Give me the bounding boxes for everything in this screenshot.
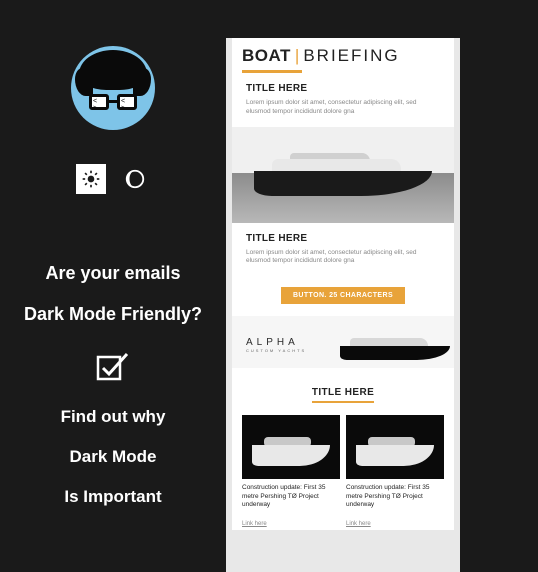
sponsor-tagline: CUSTOM YACHTS [246,348,306,353]
story-image [242,415,340,479]
article-2: TITLE HERE Lorem ipsum dolor sit amet, c… [232,223,454,277]
checkmark-icon [96,351,130,386]
theme-toggle-group [76,164,150,194]
subhead-line-2: Dark Mode [61,446,166,468]
story-title: Construction update: First 35 metre Pers… [346,484,444,509]
brand-strong: BOAT [242,46,291,66]
sun-icon [81,169,101,189]
story-card: Construction update: First 35 metre Pers… [242,415,340,530]
subhead-line-1: Find out why [61,406,166,428]
cta-button[interactable]: BUTTON. 25 CHARACTERS [281,287,405,304]
brand-light: BRIEFING [303,46,399,66]
article-title: TITLE HERE [246,83,440,94]
email-brand-header: BOAT | BRIEFING [232,38,454,70]
section-title: TITLE HERE [312,387,374,403]
article-title: TITLE HERE [246,233,440,244]
dark-mode-button[interactable] [120,164,150,194]
email-preview: BOAT | BRIEFING TITLE HERE Lorem ipsum d… [226,38,460,572]
brand-underline [242,70,302,73]
story-title: Construction update: First 35 metre Pers… [242,484,340,509]
avatar [71,46,155,130]
story-link[interactable]: Link here [346,521,371,527]
moon-icon [124,168,146,190]
hero-image-yacht [232,127,454,223]
light-mode-button[interactable] [76,164,106,194]
subhead-line-3: Is Important [61,486,166,508]
section-header: TITLE HERE [232,368,454,409]
story-card: Construction update: First 35 metre Pers… [346,415,444,530]
headline-line-1: Are your emails [24,262,202,285]
sponsor-name: ALPHA [246,337,299,348]
sponsor-banner: ALPHA CUSTOM YACHTS [232,316,454,368]
article-body: Lorem ipsum dolor sit amet, consectetur … [246,249,440,267]
article-body: Lorem ipsum dolor sit amet, consectetur … [246,99,440,117]
story-image [346,415,444,479]
article-1: TITLE HERE Lorem ipsum dolor sit amet, c… [232,83,454,127]
story-link[interactable]: Link here [242,521,267,527]
headline-line-2: Dark Mode Friendly? [24,303,202,326]
